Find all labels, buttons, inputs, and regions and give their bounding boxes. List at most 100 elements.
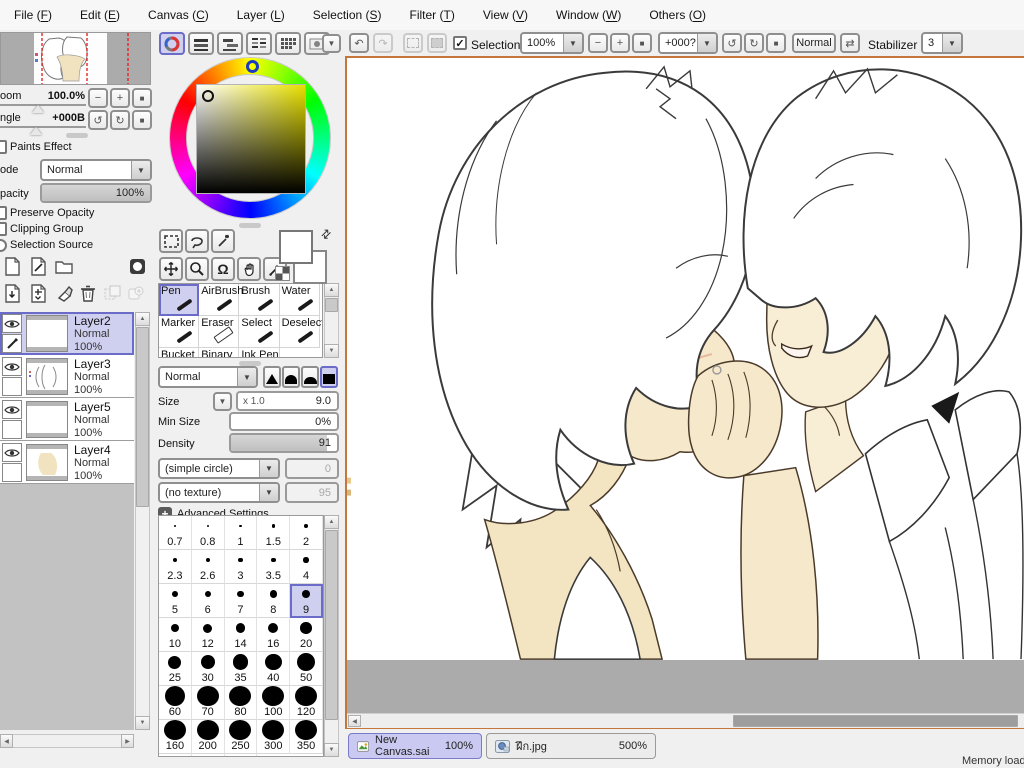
brush-size-9[interactable]: 9 [290,584,323,618]
canvas-zoom-in-button[interactable]: + [610,33,630,53]
new-folder-button[interactable] [52,254,76,278]
layer-item-layer3[interactable]: Layer3 Normal 100% [0,355,134,398]
angle-slider[interactable] [0,126,86,128]
brush-size-30[interactable]: 30 [191,652,225,686]
brush-size-50[interactable]: 50 [290,652,323,686]
brush-size-1.5[interactable]: 1.5 [257,516,291,550]
layer-thumbnail[interactable] [26,444,68,481]
angle-reset-button[interactable]: ■ [132,110,152,130]
navigator-panel[interactable] [0,32,151,85]
layer-visibility-toggle[interactable] [2,443,22,462]
brush-size-250[interactable]: 250 [224,720,258,754]
tool-grid-scroll-down[interactable]: ▼ [324,344,339,358]
menu-filter[interactable]: Filter (T) [396,0,469,30]
brush-edge-shape-round[interactable] [282,366,300,388]
new-linework-layer-button[interactable] [26,254,50,278]
transfer-down-button[interactable] [0,281,24,305]
flip-horizontal-button[interactable]: ⇄ [840,33,860,53]
canvas-zoom-dropdown[interactable]: 100% ▼ [520,32,584,54]
brush-size-80[interactable]: 80 [224,686,258,720]
brush-size-3[interactable]: 3 [224,550,258,584]
color-wheel-tab[interactable] [159,32,185,55]
density-slider[interactable]: 91 [229,433,339,453]
brush-size-3.5[interactable]: 3.5 [257,550,291,584]
panel-grip[interactable] [66,133,88,138]
brush-size-120[interactable]: 120 [290,686,323,720]
menu-canvas[interactable]: Canvas (C) [134,0,223,30]
rotate-view-tool[interactable]: Ω [211,257,235,281]
selection-visible-checkbox[interactable]: ✓ [453,36,467,50]
brush-size-partial[interactable] [225,754,258,756]
brush-size-2.3[interactable]: 2.3 [159,550,192,584]
layer-mask-button[interactable] [125,254,149,278]
tool-pen[interactable]: Pen [159,284,200,316]
rgb-sliders-tab[interactable] [188,32,214,55]
menu-edit[interactable]: Edit (E) [66,0,134,30]
brush-texture-dropdown[interactable]: (no texture) ▼ [158,482,280,503]
brush-size-field[interactable]: x 1.0 9.0 [236,391,339,411]
brush-size-14[interactable]: 14 [224,618,258,652]
layer-thumbnail[interactable] [26,315,68,352]
menu-view[interactable]: View (V) [469,0,542,30]
brush-edge-shape-square[interactable] [320,366,338,388]
canvas[interactable] [347,58,1024,660]
merge-down-button[interactable] [26,281,50,305]
canvas-scroll-thumb[interactable] [733,715,1018,727]
canvas-zoom-reset-button[interactable]: ■ [632,33,652,53]
tab-jpg-file[interactable]: ฝึก.jpg 500% [486,733,656,759]
layer-paint-indicator[interactable] [2,377,22,396]
stabilizer-dropdown[interactable]: 3 ▼ [921,32,963,54]
layer-opacity-slider[interactable]: 100% [40,183,152,203]
layer-paint-indicator[interactable] [2,420,22,439]
size-grid-scroll-thumb[interactable] [325,530,338,720]
brush-size-40[interactable]: 40 [257,652,291,686]
layer-visibility-toggle[interactable] [2,357,22,376]
clipping-group-checkbox[interactable] [0,222,7,236]
tool-select[interactable]: Select [239,316,280,348]
menu-file[interactable]: File (F) [0,0,66,30]
layers-scroll-thumb[interactable] [136,327,149,507]
canvas-zoom-out-button[interactable]: − [588,33,608,53]
brush-size-100[interactable]: 100 [257,686,291,720]
paints-effect-checkbox[interactable] [0,140,7,154]
size-grid-scroll-up[interactable]: ▲ [324,515,339,529]
brush-size-partial[interactable] [159,754,192,756]
brush-size-4[interactable]: 4 [290,550,323,584]
brush-size-partial[interactable] [192,754,225,756]
tool-grid-scroll-thumb[interactable] [325,298,338,312]
brush-size-60[interactable]: 60 [159,686,192,720]
brush-size-25[interactable]: 25 [159,652,192,686]
saturation-value-square[interactable] [196,84,306,194]
brush-blend-mode-dropdown[interactable]: Normal ▼ [158,366,258,388]
tool-water[interactable]: Water [279,284,320,316]
brush-size-10[interactable]: 10 [159,618,192,652]
canvas-rotate-cw-button[interactable]: ↻ [744,33,764,53]
zoom-in-button[interactable]: + [110,88,130,108]
menu-selection[interactable]: Selection (S) [299,0,396,30]
canvas-hscrollbar[interactable]: ◀ [347,713,1024,728]
tool-bucket[interactable]: Bucket [159,348,200,357]
swap-colors-icon[interactable]: ⇄ [318,225,335,242]
size-unit-button[interactable]: ▼ [213,392,232,411]
canvas-angle-reset-button[interactable]: ■ [766,33,786,53]
menu-layer[interactable]: Layer (L) [223,0,299,30]
brush-size-350[interactable]: 350 [290,720,323,754]
tool-marker[interactable]: Marker [159,316,200,348]
rotate-ccw-button[interactable]: ↺ [88,110,108,130]
layer-paint-indicator[interactable] [2,463,22,482]
brush-size-8[interactable]: 8 [257,584,291,618]
lasso-tool[interactable] [185,229,209,253]
layers-scroll-right[interactable]: ▶ [121,734,134,748]
layers-scroll-left[interactable]: ◀ [0,734,13,748]
brush-edge-shape-peak[interactable] [263,366,281,388]
tool-brush[interactable]: Brush [239,284,280,316]
color-panel-menu-button[interactable]: ▼ [322,34,341,53]
move-tool[interactable] [159,257,183,281]
swatches-tab[interactable] [275,32,301,55]
color-mixer-tab[interactable] [246,32,272,55]
delete-layer-button[interactable] [76,281,100,305]
layers-scroll-down[interactable]: ▼ [135,716,150,730]
rotate-cw-button[interactable]: ↻ [110,110,130,130]
brush-size-20[interactable]: 20 [290,618,323,652]
layer-visibility-toggle[interactable] [2,400,22,419]
